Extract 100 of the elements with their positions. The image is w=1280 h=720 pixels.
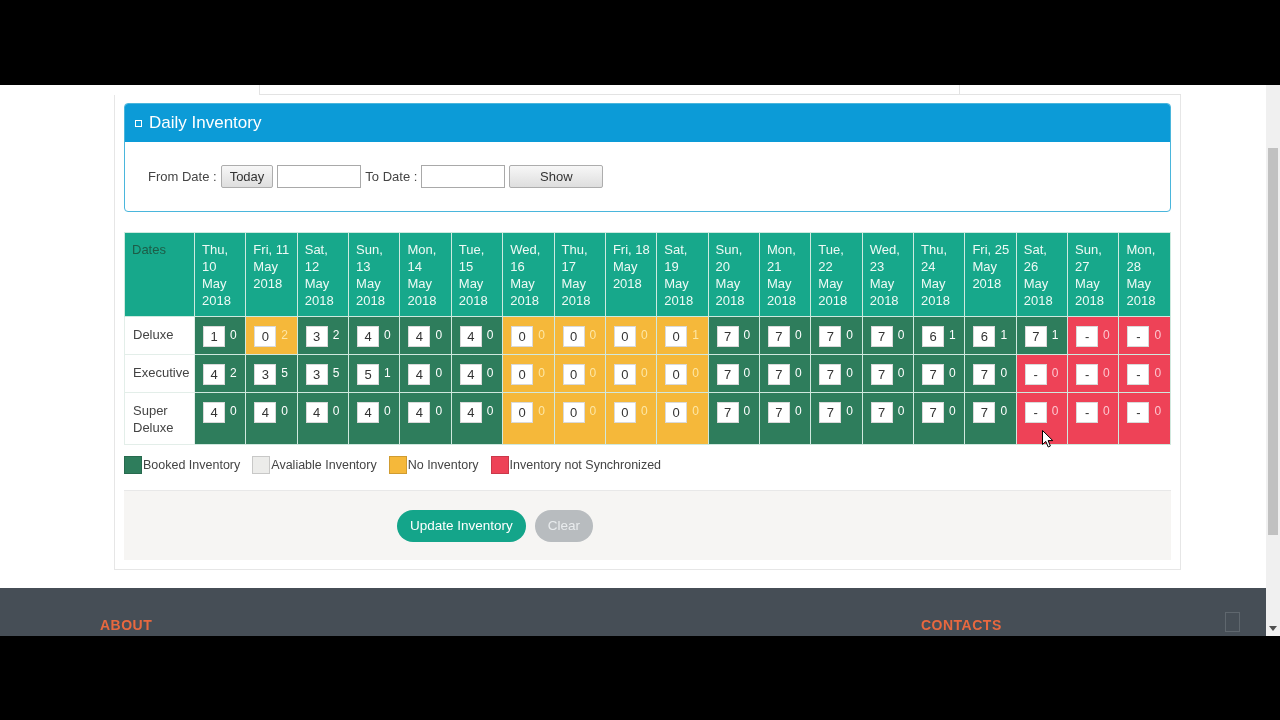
inventory-input[interactable]: 6 [973,326,996,347]
cell-count: 2 [332,328,340,342]
inventory-input[interactable]: 7 [922,364,945,385]
room-type-cell: Super Deluxe [124,392,195,445]
inventory-input[interactable]: 0 [254,326,277,347]
date-header: Sat, 12 May 2018 [297,232,349,317]
inventory-input[interactable]: 4 [408,402,431,423]
room-type-cell: Deluxe [124,316,195,355]
square-icon [135,119,142,127]
cell-count: 0 [1000,366,1008,380]
inventory-input[interactable]: - [1024,402,1047,423]
inventory-input[interactable]: - [1076,326,1099,347]
inventory-input[interactable]: 0 [511,326,534,347]
inventory-input[interactable]: 7 [767,326,790,347]
inventory-input[interactable]: 0 [562,364,585,385]
inventory-input[interactable]: 7 [767,402,790,423]
cell-count: 0 [640,328,648,342]
cell-count: 0 [949,404,956,418]
inventory-input[interactable]: 4 [305,402,328,423]
to-date-input[interactable] [421,165,506,188]
scroll-down-arrow-icon[interactable] [1269,626,1277,631]
date-header: Wed, 23 May 2018 [862,232,914,317]
inventory-input[interactable]: 7 [819,402,842,423]
footer-heading: ABOUT [100,617,153,633]
today-button[interactable]: Today [220,165,274,188]
inventory-input[interactable]: 4 [459,402,482,423]
cell-count: 0 [1103,404,1110,418]
date-header: Thu, 10 May 2018 [194,232,246,317]
inventory-input[interactable]: 4 [357,402,380,423]
cell-count: 0 [640,404,648,418]
cell-count: 0 [846,328,853,342]
inventory-input[interactable]: - [1076,364,1099,385]
cell-count: 0 [589,404,597,418]
inventory-input[interactable]: 0 [665,326,688,347]
inventory-input[interactable]: 5 [357,364,380,385]
cell-count: 0 [949,366,956,380]
inventory-input[interactable]: 7 [819,326,842,347]
inventory-input[interactable]: 0 [511,364,534,385]
inventory-input[interactable]: 7 [870,364,893,385]
cell-count: 0 [538,404,545,418]
inventory-input[interactable]: 3 [305,364,328,385]
cell-count: 0 [589,328,597,342]
date-header: Sat, 26 May 2018 [1016,232,1068,317]
cell-count: 0 [897,404,905,418]
inventory-input[interactable]: 4 [408,326,431,347]
inventory-input[interactable]: 7 [973,402,996,423]
inventory-input[interactable]: 4 [203,402,225,423]
inventory-input[interactable]: 7 [716,326,739,347]
inventory-input[interactable]: 1 [203,326,225,347]
cell-count: 2 [230,366,237,380]
inventory-input[interactable]: - [1127,326,1150,347]
inventory-input[interactable]: 0 [613,326,636,347]
inventory-input[interactable]: 6 [922,326,945,347]
inventory-input[interactable]: 4 [357,326,380,347]
inventory-input[interactable]: 3 [305,326,328,347]
inventory-input[interactable]: 0 [562,402,585,423]
inventory-input[interactable]: 7 [870,402,893,423]
inventory-input[interactable]: 3 [254,364,277,385]
inventory-input[interactable]: 7 [973,364,996,385]
date-header: Sat, 19 May 2018 [656,232,709,317]
inventory-input[interactable]: 4 [459,326,482,347]
inventory-input[interactable]: 7 [716,402,739,423]
inventory-input[interactable]: 4 [408,364,431,385]
inventory-input[interactable]: 4 [459,364,482,385]
date-header: Thu, 17 May 2018 [554,232,606,317]
legend-label: Avaliable Inventory [271,458,377,472]
inventory-input[interactable]: - [1127,364,1150,385]
inventory-input[interactable]: 4 [203,364,225,385]
inventory-input[interactable]: 7 [1024,326,1047,347]
inventory-input[interactable]: 7 [870,326,893,347]
date-header: Thu, 24 May 2018 [913,232,965,317]
scrollbar-thumb[interactable] [1268,148,1278,535]
cell-count: 0 [794,366,802,380]
inventory-input[interactable]: 7 [767,364,790,385]
inventory-input[interactable]: 7 [716,364,739,385]
panel-title: Daily Inventory [149,113,262,133]
cell-count: 0 [1154,328,1162,342]
inventory-input[interactable]: 4 [254,402,277,423]
inventory-input[interactable]: - [1076,402,1099,423]
cell-count: 0 [1000,404,1008,418]
inventory-input[interactable]: 0 [511,402,534,423]
inventory-input[interactable]: - [1127,402,1150,423]
inventory-input[interactable]: 7 [922,402,945,423]
cell-count: 0 [486,404,494,418]
from-date-input[interactable] [277,165,362,188]
inventory-input[interactable]: 0 [665,402,688,423]
show-button[interactable]: Show [509,165,604,188]
from-date-label: From Date : [148,169,217,184]
inventory-input[interactable]: 0 [562,326,585,347]
cell-count: 0 [384,328,391,342]
inventory-input[interactable]: 0 [665,364,688,385]
cell-count: 0 [692,366,699,380]
scrollbar[interactable] [1266,85,1280,636]
inventory-input[interactable]: 0 [613,402,636,423]
date-header: Sun, 13 May 2018 [348,232,400,317]
footer-heading: CONTACTS [921,617,1002,633]
cell-count: 0 [794,404,802,418]
inventory-input[interactable]: 7 [819,364,842,385]
inventory-input[interactable]: - [1024,364,1047,385]
inventory-input[interactable]: 0 [613,364,636,385]
